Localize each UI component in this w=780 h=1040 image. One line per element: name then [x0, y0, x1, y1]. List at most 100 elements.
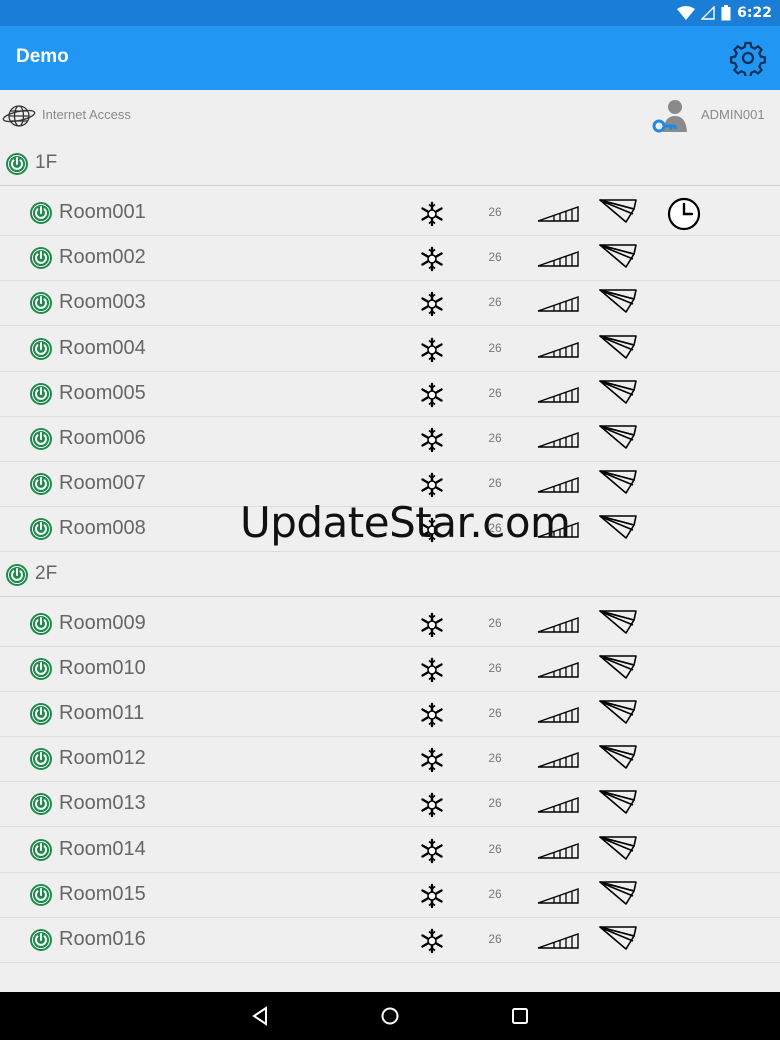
- louver-swing-icon[interactable]: [598, 925, 638, 955]
- power-icon[interactable]: [29, 702, 53, 726]
- fan-speed-bars-icon[interactable]: [536, 475, 580, 493]
- fan-speed-bars-icon[interactable]: [536, 931, 580, 949]
- fan-speed-bars-icon[interactable]: [536, 385, 580, 403]
- user-key-icon[interactable]: [650, 96, 694, 136]
- louver-swing-icon[interactable]: [598, 609, 638, 639]
- temperature-value[interactable]: 26: [484, 932, 506, 946]
- snowflake-cool-icon[interactable]: [419, 337, 445, 363]
- power-icon[interactable]: [29, 792, 53, 816]
- louver-swing-icon[interactable]: [598, 699, 638, 729]
- snowflake-cool-icon[interactable]: [419, 427, 445, 453]
- louver-swing-icon[interactable]: [598, 288, 638, 318]
- recents-icon[interactable]: [508, 1004, 532, 1028]
- back-icon[interactable]: [248, 1004, 272, 1028]
- louver-swing-icon[interactable]: [598, 835, 638, 865]
- louver-swing-icon[interactable]: [598, 789, 638, 819]
- fan-speed-bars-icon[interactable]: [536, 795, 580, 814]
- room-row[interactable]: Room014 26: [0, 828, 780, 873]
- power-icon[interactable]: [29, 382, 53, 406]
- temperature-value[interactable]: 26: [484, 250, 506, 264]
- room-row[interactable]: Room009 26: [0, 602, 780, 647]
- fan-speed-bars-icon[interactable]: [536, 249, 580, 267]
- snowflake-cool-icon[interactable]: [419, 657, 445, 683]
- snowflake-cool-icon[interactable]: [419, 838, 445, 864]
- room-row[interactable]: Room010 26: [0, 647, 780, 692]
- clock-timer-icon[interactable]: [667, 197, 701, 231]
- fan-speed-bars-icon[interactable]: [536, 430, 580, 448]
- fan-speed-bars-icon[interactable]: [536, 750, 580, 768]
- snowflake-cool-icon[interactable]: [419, 246, 445, 272]
- temperature-value[interactable]: 26: [484, 386, 506, 400]
- room-row[interactable]: Room016 26: [0, 918, 780, 963]
- power-icon[interactable]: [29, 427, 53, 451]
- louver-swing-icon[interactable]: [598, 243, 638, 273]
- power-icon[interactable]: [29, 291, 53, 315]
- snowflake-cool-icon[interactable]: [419, 747, 445, 773]
- snowflake-cool-icon[interactable]: [419, 928, 445, 954]
- room-row[interactable]: Room013 26: [0, 782, 780, 828]
- fan-speed-bars-icon[interactable]: [536, 294, 580, 313]
- louver-swing-icon[interactable]: [598, 744, 638, 774]
- room-row[interactable]: Room011 26: [0, 692, 780, 737]
- snowflake-cool-icon[interactable]: [419, 792, 445, 818]
- globe-icon[interactable]: [2, 102, 38, 130]
- gear-icon[interactable]: [730, 40, 766, 76]
- room-row[interactable]: Room003 26: [0, 281, 780, 327]
- louver-swing-icon[interactable]: [598, 514, 638, 544]
- louver-swing-icon[interactable]: [598, 880, 638, 910]
- temperature-value[interactable]: 26: [484, 751, 506, 765]
- louver-swing-icon[interactable]: [598, 654, 638, 684]
- power-icon[interactable]: [5, 152, 29, 176]
- snowflake-cool-icon[interactable]: [419, 472, 445, 498]
- fan-speed-bars-icon[interactable]: [536, 340, 580, 358]
- room-row[interactable]: Room005 26: [0, 372, 780, 417]
- room-row[interactable]: Room001 26: [0, 191, 780, 236]
- room-row[interactable]: Room012 26: [0, 737, 780, 783]
- power-icon[interactable]: [29, 883, 53, 907]
- room-row[interactable]: Room002 26: [0, 236, 780, 282]
- power-icon[interactable]: [29, 747, 53, 771]
- fan-speed-bars-icon[interactable]: [536, 705, 580, 723]
- power-icon[interactable]: [29, 201, 53, 225]
- temperature-value[interactable]: 26: [484, 295, 506, 309]
- room-row[interactable]: Room006 26: [0, 417, 780, 462]
- fan-speed-bars-icon[interactable]: [536, 886, 580, 904]
- power-icon[interactable]: [29, 612, 53, 636]
- home-icon[interactable]: [378, 1004, 402, 1028]
- snowflake-cool-icon[interactable]: [419, 382, 445, 408]
- power-icon[interactable]: [29, 838, 53, 862]
- room-row[interactable]: Room015 26: [0, 873, 780, 918]
- temperature-value[interactable]: 26: [484, 431, 506, 445]
- temperature-value[interactable]: 26: [484, 842, 506, 856]
- room-row[interactable]: Room004 26: [0, 327, 780, 372]
- snowflake-cool-icon[interactable]: [419, 291, 445, 317]
- fan-speed-bars-icon[interactable]: [536, 615, 580, 633]
- temperature-value[interactable]: 26: [484, 476, 506, 490]
- temperature-value[interactable]: 26: [484, 661, 506, 675]
- power-icon[interactable]: [29, 472, 53, 496]
- temperature-value[interactable]: 26: [484, 706, 506, 720]
- temperature-value[interactable]: 26: [484, 341, 506, 355]
- power-icon[interactable]: [29, 657, 53, 681]
- snowflake-cool-icon[interactable]: [419, 612, 445, 638]
- snowflake-cool-icon[interactable]: [419, 702, 445, 728]
- snowflake-cool-icon[interactable]: [419, 201, 445, 227]
- power-icon[interactable]: [5, 563, 29, 587]
- louver-swing-icon[interactable]: [598, 379, 638, 409]
- louver-swing-icon[interactable]: [598, 424, 638, 454]
- temperature-value[interactable]: 26: [484, 205, 506, 219]
- fan-speed-bars-icon[interactable]: [536, 204, 580, 222]
- fan-speed-bars-icon[interactable]: [536, 660, 580, 678]
- louver-swing-icon[interactable]: [598, 469, 638, 499]
- snowflake-cool-icon[interactable]: [419, 883, 445, 909]
- temperature-value[interactable]: 26: [484, 887, 506, 901]
- louver-swing-icon[interactable]: [598, 198, 638, 228]
- power-icon[interactable]: [29, 246, 53, 270]
- power-icon[interactable]: [29, 337, 53, 361]
- power-icon[interactable]: [29, 517, 53, 541]
- power-icon[interactable]: [29, 928, 53, 952]
- fan-speed-bars-icon[interactable]: [536, 841, 580, 859]
- temperature-value[interactable]: 26: [484, 796, 506, 810]
- louver-swing-icon[interactable]: [598, 334, 638, 364]
- temperature-value[interactable]: 26: [484, 616, 506, 630]
